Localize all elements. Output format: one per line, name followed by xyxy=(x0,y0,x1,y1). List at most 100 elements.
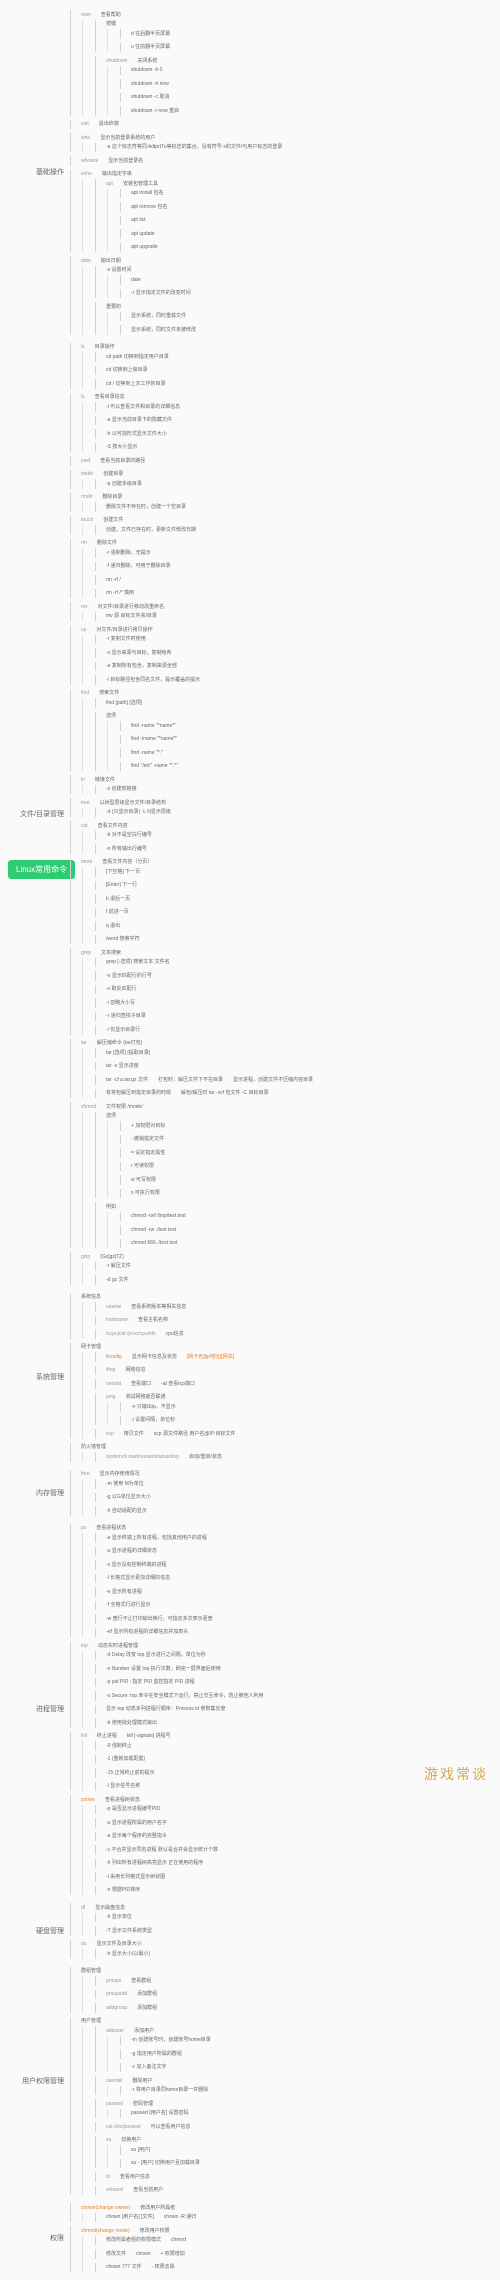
option-label: apt remove 包名 xyxy=(128,203,170,212)
desc-label: 显示磁盘信息 xyxy=(92,1904,128,1913)
section-head: 进程管理 xyxy=(36,1704,64,1714)
branch-node: groupadd添加群组 xyxy=(95,1990,490,2000)
branch-node: su [用户] xyxy=(120,2145,490,2155)
option-label: -c 不合并显示同名进程 默认是合并会显示统计个数 xyxy=(103,1846,221,1855)
branch-node: chmod文件权限 /mode/选项+ 加权限对目标- 撤销指定文件= 设定指定… xyxy=(70,1102,490,1248)
branch-node: 显示系统，同时重载文件 xyxy=(120,312,490,322)
desc-label: 有将包解压到指定目录的时候 xyxy=(103,1089,174,1098)
branch-node: -m 使用 M为单位 xyxy=(95,1479,490,1489)
command-label: userdel xyxy=(103,2077,125,2086)
desc-label: 查看主机名称 xyxy=(135,1316,171,1325)
branch-node: du显示文件及目录大小-h 显示大小(以最小) xyxy=(70,1940,490,1959)
option-label: - 撤销指定文件 xyxy=(128,1135,167,1144)
section-用户权限管理: 用户权限管理群组管理groups查看群组groupadd添加群组addgroup… xyxy=(70,1967,490,2196)
desc-label: 终止进程 xyxy=(94,1732,120,1741)
children-container: grep [-选项] 搜索文本 文件名-n 显示匹配行的行号-v 取反匹配行-i… xyxy=(82,958,490,1035)
branch-node: mkdir创建目录-p 创建多级目录 xyxy=(70,470,490,489)
children-container: su [用户]su - [用户] 切换用户且加载目录 xyxy=(107,2145,490,2168)
option-label: x 可执行权限 xyxy=(128,1189,163,1198)
branch-node: 防火墙管理systemctl start/restart/status/stop… xyxy=(70,1443,490,1462)
branch-node: systemctl start/restart/status/stop启动/重启… xyxy=(95,1452,490,1462)
option-label: -i 目标路径包含同名文件，提示覆盖的提示 xyxy=(103,676,203,685)
branch-node: find搜索文件find [path] [选项]选项find -name "*n… xyxy=(70,689,490,772)
option-label: -r 强制删除，无提示 xyxy=(103,549,154,558)
desc-label: 创建文件 xyxy=(100,516,126,525)
branch-node: find "/etc" -name "*.*" xyxy=(120,762,490,772)
option-label: -n 所有输出行编号 xyxy=(103,845,150,854)
branch-node: lscpu|cat /proc/cpuinfocpu信息 xyxy=(95,1329,490,1339)
command-label: groups xyxy=(103,1977,124,1986)
note-label: + 权限增加 xyxy=(157,2250,187,2259)
desc-label: 添加群组 xyxy=(134,1990,160,1999)
option-label: -d Delay 改变 top 显示进行之间隔，单位为秒 xyxy=(103,1651,209,1660)
note-label: [网卡名][ip地址][网关] xyxy=(184,1353,237,1362)
branch-node: -c 不合并显示同名进程 默认是合并会显示统计个数 xyxy=(95,1845,490,1855)
desc-label: 链接文件 xyxy=(92,776,118,785)
desc-label: 查看目录信息 xyxy=(92,393,128,402)
branch-node: -w 宽行不让打印输出换行，可指定多次表示更宽 xyxy=(95,1614,490,1624)
command-label: scp xyxy=(103,1430,117,1439)
command-label: iftop xyxy=(103,1366,118,1375)
children-container: [下空格] 下一页[Enter] 下一行b 退后一页f 前进一页q 退出/wor… xyxy=(82,867,490,944)
branch-node: -a 显示当前目录下的隐藏文件 xyxy=(95,416,490,426)
option-label: -l 显示信号名称 xyxy=(103,1782,143,1791)
branch-node: - 撤销指定文件 xyxy=(120,1135,490,1145)
desc-label: 输出指定字串 xyxy=(99,170,135,179)
desc-label: 密码管理 xyxy=(130,2100,156,2109)
option-label: -S 按大小显示 xyxy=(103,443,140,452)
branch-node: cd / 切换到上次工作的目录 xyxy=(95,379,490,389)
option-label: -u 显示进程所属的用户名字 xyxy=(103,1819,170,1828)
command-label: pstree xyxy=(78,1796,98,1805)
option-label: 解包/解压时 tar -xvf 包文件 -C 目标目录 xyxy=(178,1089,272,1098)
section-head: 系统管理 xyxy=(36,1372,64,1382)
note-label: - 权限去除 xyxy=(149,2263,178,2272)
command-label: man xyxy=(78,11,94,20)
option-label: -s Secure: top 命令在安全模式下运行，禁止交互命令，防止被他人利用 xyxy=(103,1692,267,1701)
branch-node: 有将包解压到指定目录的时候解包/解压时 tar -xvf 包文件 -C 目标目录 xyxy=(95,1089,490,1099)
branch-node: 显示系统，同时文件未被修改 xyxy=(120,325,490,335)
option-label: shutdown -h now xyxy=(128,80,172,89)
branch-node: 重要的显示系统，同时重载文件显示系统，同时文件未被修改 xyxy=(95,302,490,335)
command-label: pwd xyxy=(78,457,93,466)
command-label: find xyxy=(78,689,92,698)
branch-node: -h 以可视形式显示文件大小 xyxy=(95,429,490,439)
option-label: -g 指定用户所属的群组 xyxy=(128,2050,185,2059)
option-label: -a 显示每个程序的完整指令 xyxy=(103,1832,170,1841)
option-label: tar [选项] [提取目录] xyxy=(103,1049,153,1058)
branch-node: -9 强制终止 xyxy=(95,1741,490,1751)
branch-node: find [path] [选项] xyxy=(95,698,490,708)
branch-node: -h 显示大小(以最小) xyxy=(95,1949,490,1959)
children-container: ifconfig显示网卡信息及状态[网卡名][ip地址][网关]iftop网络信… xyxy=(82,1352,490,1439)
command-label: kill xyxy=(78,1732,90,1741)
children-container: find -name "*name*"find -iname "*name*"f… xyxy=(107,721,490,771)
desc-label: 添加用户 xyxy=(131,2027,157,2036)
option-label: -h 列出所有进程树高亮显示 正在使用的程序 xyxy=(103,1859,206,1868)
option-label: 防火墙管理 xyxy=(78,1443,109,1452)
option-label: find [path] [选项] xyxy=(103,699,145,708)
option-label: find "/etc" -name "*.*" xyxy=(128,762,181,771)
option-label: -s 设置时间 xyxy=(103,266,135,275)
command-label: mkdir xyxy=(78,470,96,479)
branch-node: -h 显示单位 xyxy=(95,1913,490,1923)
children-container: -m 创建账号时，创建账号home目录-g 指定用户所属的群组-c 加入备注文字 xyxy=(107,2036,490,2073)
desc-label: 创建目录 xyxy=(100,470,126,479)
section-内存管理: 内存管理free显示内存使用情况-m 使用 M为单位-g 以G单位显示大小-h … xyxy=(70,1470,490,1516)
option-label: -n 根据PID排序 xyxy=(103,1886,143,1895)
branch-node: more查看文件内容（分页）[下空格] 下一页[Enter] 下一行b 退后一页… xyxy=(70,858,490,945)
option-label: b 退后一页 xyxy=(103,895,133,904)
command-label: cat /etc/passwd xyxy=(103,2123,143,2132)
children-container: -d (只显示目录) -L N显示层级 xyxy=(82,808,490,818)
branch-node: grep文本搜索grep [-选项] 搜索文本 文件名-n 显示匹配行的行号-v… xyxy=(70,948,490,1035)
branch-node: hostname查看主机名称 xyxy=(95,1316,490,1326)
branch-node: -T 显示文件系统类型 xyxy=(95,1926,490,1936)
branch-node: -l 长格式显示更加详细的信息 xyxy=(95,1574,490,1584)
option-label: 用户管理 xyxy=(78,2017,104,2026)
option-label: apt upgrade xyxy=(128,243,161,252)
branch-node: -n Number 设置 top 执行次数，刷完一屏界面后使用 xyxy=(95,1664,490,1674)
branch-node: 例如chmod -rwf /tmp/test.testchmod -rw ./t… xyxy=(95,1202,490,1248)
note-label: -at 查看tcp端口 xyxy=(158,1380,198,1389)
desc-label: 显示网卡信息及状态 xyxy=(129,1353,180,1362)
branch-node: userdel删除用户-r 将用户目录同home目录一并删除 xyxy=(95,2076,490,2095)
section-基础操作: 基础操作man查看帮助按键d 往后翻半页屏幕u 往前翻半页屏幕shutdown关… xyxy=(70,10,490,335)
desc-label: 退出终端 xyxy=(96,120,122,129)
